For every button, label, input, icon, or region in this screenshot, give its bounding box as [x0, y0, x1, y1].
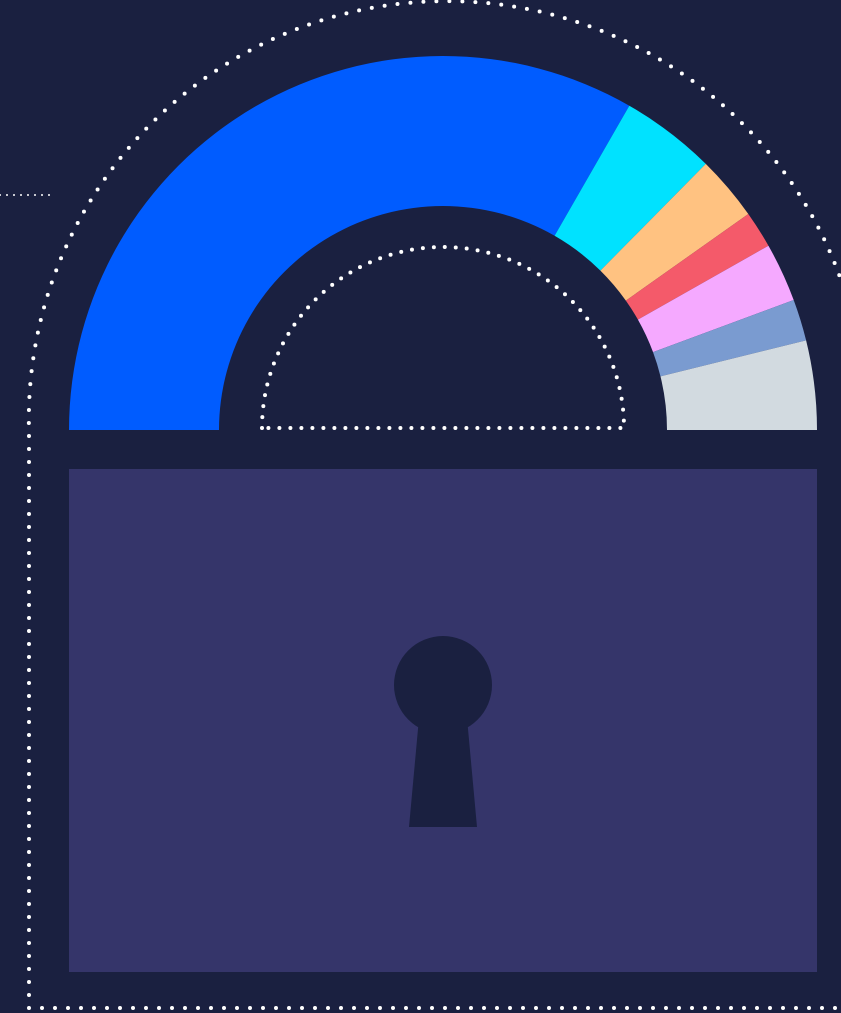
keyhole-stem [409, 718, 477, 827]
padlock-chart-canvas [0, 0, 841, 1013]
